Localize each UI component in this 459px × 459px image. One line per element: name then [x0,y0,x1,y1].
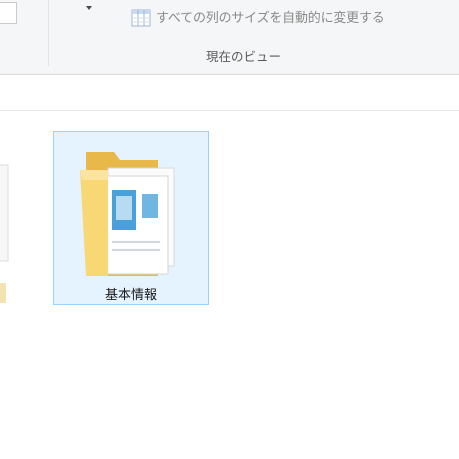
partial-folder-item[interactable] [0,155,10,315]
ribbon-group-separator [48,0,49,66]
folder-name-label: 基本情報 [104,288,157,303]
ribbon-view-tab: すべての列のサイズを自動的に変更する 現在のビュー [0,0,459,75]
current-view-group-label: 現在のビュー [206,49,282,64]
autosize-columns-button-label[interactable]: すべての列のサイズを自動的に変更する [156,7,385,26]
ribbon-control-stub[interactable] [0,2,17,24]
folder-item[interactable]: 基本情報 [53,131,209,305]
folder-with-documents-icon [80,152,175,276]
address-band [0,75,459,111]
autosize-columns-icon[interactable] [131,8,151,28]
chevron-down-icon[interactable] [86,6,92,10]
